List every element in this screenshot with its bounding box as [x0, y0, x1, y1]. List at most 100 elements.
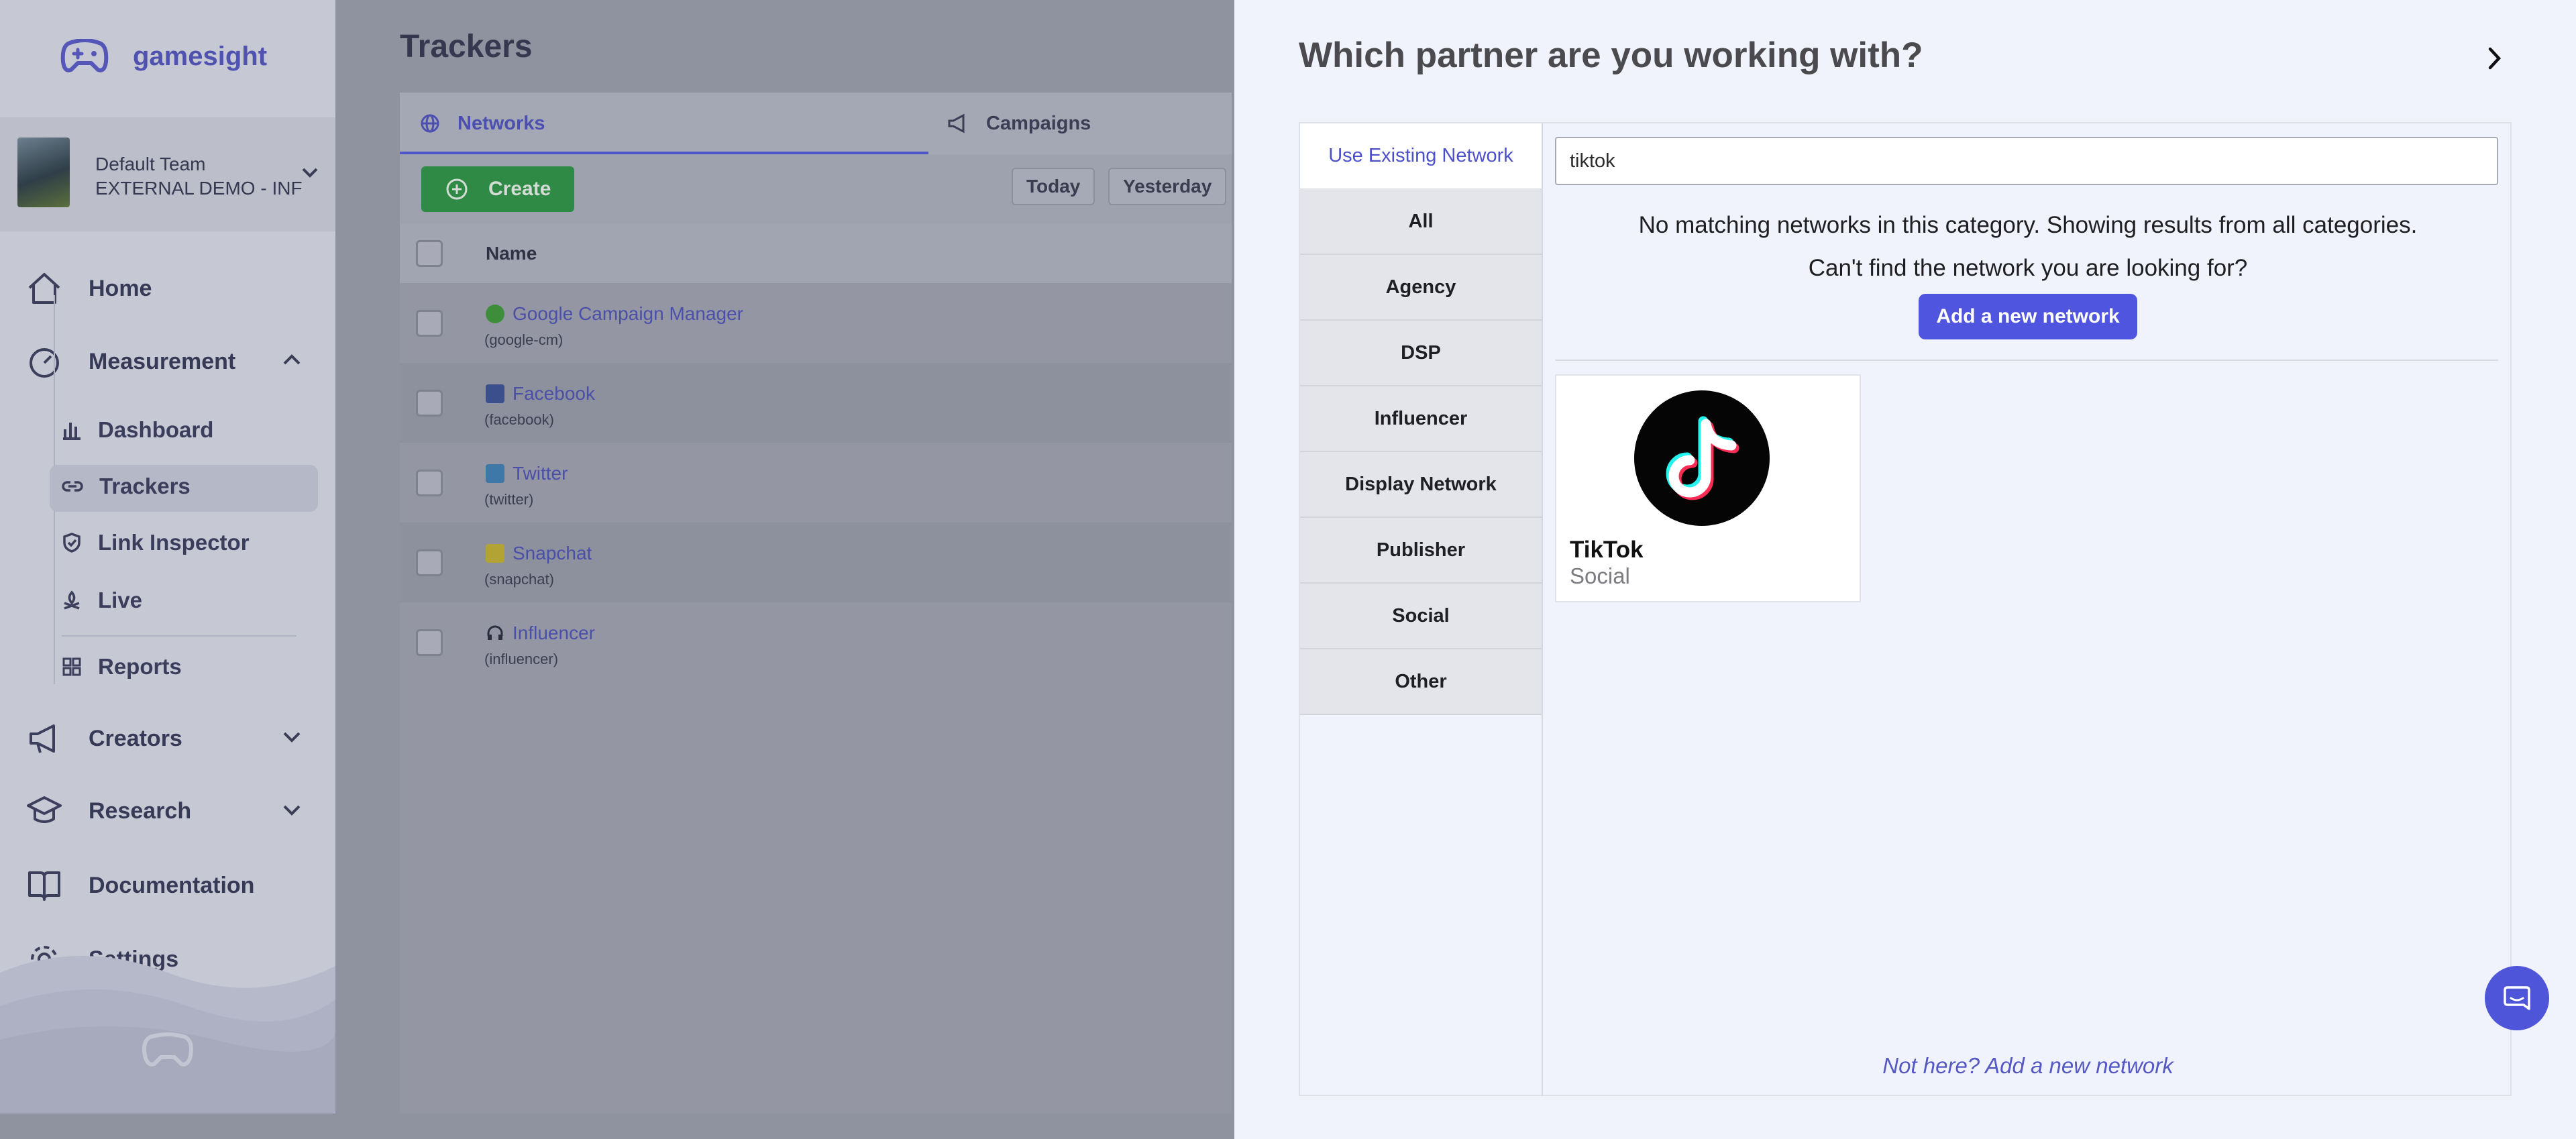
create-button[interactable]: Create: [421, 166, 574, 212]
sidebar-item-dashboard[interactable]: Dashboard: [62, 417, 213, 443]
sidebar-item-research[interactable]: Research: [27, 795, 191, 827]
globe-icon: [421, 114, 439, 133]
table-row[interactable]: Snapchat (snapchat): [400, 523, 1232, 602]
chevron-up-icon[interactable]: [282, 352, 302, 367]
category-all[interactable]: All: [1300, 189, 1542, 255]
sidebar-item-label: Creators: [89, 725, 182, 751]
network-id: (twitter): [484, 491, 534, 508]
tab-networks[interactable]: Networks: [420, 93, 545, 154]
sidebar-item-trackers[interactable]: Trackers: [62, 474, 191, 499]
team-avatar: [17, 138, 70, 207]
network-id: (google-cm): [484, 331, 564, 348]
sidebar-item-label: Research: [89, 798, 192, 824]
team-switcher[interactable]: Default Team EXTERNAL DEMO - INF: [0, 117, 335, 231]
chat-icon: [2504, 986, 2530, 1010]
sidebar-item-live[interactable]: Live: [62, 588, 142, 613]
sidebar-item-creators[interactable]: Creators: [27, 722, 182, 755]
row-checkbox[interactable]: [416, 390, 443, 417]
panel-title: Which partner are you working with?: [1299, 36, 1923, 75]
yesterday-button[interactable]: Yesterday: [1108, 168, 1227, 205]
network-picker: Use Existing Network All Agency DSP Infl…: [1299, 122, 2512, 1096]
team-org: EXTERNAL DEMO - INF: [95, 178, 303, 199]
category-dsp[interactable]: DSP: [1300, 321, 1542, 386]
app-logo[interactable]: gamesight: [60, 39, 267, 74]
graduation-cap-icon: [27, 796, 62, 823]
network-id: (influencer): [484, 651, 559, 667]
chevron-down-icon[interactable]: [282, 730, 302, 745]
today-button[interactable]: Today: [1012, 168, 1095, 205]
sidebar-item-reports[interactable]: Reports: [62, 654, 182, 680]
sidebar-item-documentation[interactable]: Documentation: [27, 869, 254, 902]
bar-chart-icon: [63, 423, 80, 440]
network-link[interactable]: Google Campaign Manager: [513, 303, 743, 325]
sidebar-item-label: Live: [98, 588, 143, 612]
link-icon: [62, 481, 83, 492]
sidebar-item-label: Home: [89, 275, 152, 301]
row-checkbox[interactable]: [416, 549, 443, 576]
chevron-right-icon: [2488, 47, 2502, 70]
category-display-network[interactable]: Display Network: [1300, 452, 1542, 518]
google-cm-icon: [486, 305, 504, 323]
row-checkbox[interactable]: [416, 470, 443, 496]
campfire-icon: [64, 590, 80, 610]
add-new-network-button[interactable]: Add a new network: [1919, 294, 2137, 339]
divider: [1555, 360, 2498, 361]
tiktok-logo: [1634, 390, 1770, 526]
network-link[interactable]: Facebook: [513, 383, 595, 404]
network-id: (facebook): [484, 411, 554, 428]
sidebar-item-link-inspector[interactable]: Link Inspector: [62, 530, 250, 555]
category-influencer[interactable]: Influencer: [1300, 386, 1542, 452]
network-category: Social: [1570, 563, 1630, 588]
network-card-tiktok[interactable]: TikTok Social: [1555, 374, 1861, 602]
table-row[interactable]: Twitter (twitter): [400, 443, 1232, 523]
trackers-table: Name Google Campaign Manager (google-cm)…: [400, 224, 1232, 1114]
book-icon: [28, 871, 60, 901]
chevron-down-icon[interactable]: [282, 803, 302, 818]
column-name-header[interactable]: Name: [486, 243, 537, 264]
table-row[interactable]: Google Campaign Manager (google-cm): [400, 283, 1232, 363]
twitter-icon: [486, 464, 504, 483]
sidebar-item-label: Measurement: [89, 348, 236, 374]
network-name: TikTok: [1570, 537, 1644, 563]
table-row[interactable]: Influencer (influencer): [400, 602, 1232, 682]
sidebar-item-label: Dashboard: [98, 417, 214, 442]
partner-picker-panel: Which partner are you working with? Use …: [1234, 0, 2576, 1139]
home-icon: [28, 273, 60, 304]
sidebar-item-measurement[interactable]: Measurement: [27, 344, 235, 379]
table-header: Name: [400, 224, 1232, 283]
not-here-add-network-link[interactable]: Not here? Add a new network: [1543, 1053, 2513, 1079]
sidebar-item-label: Trackers: [99, 474, 191, 498]
app-name: gamesight: [133, 41, 268, 71]
team-name: Default Team: [95, 154, 206, 174]
category-publisher[interactable]: Publisher: [1300, 518, 1542, 584]
toolbar: Create Today Yesterday: [400, 154, 1232, 224]
chevron-down-icon: [302, 168, 318, 178]
sidebar-item-label: Link Inspector: [98, 530, 250, 555]
network-link[interactable]: Twitter: [513, 463, 568, 484]
gauge-icon: [30, 348, 59, 378]
category-agency[interactable]: Agency: [1300, 255, 1542, 321]
chat-launcher-button[interactable]: [2485, 966, 2549, 1030]
gamepad-logo-icon: [60, 39, 109, 72]
network-id: (snapchat): [484, 571, 554, 588]
grid-icon: [62, 657, 81, 676]
row-checkbox[interactable]: [416, 629, 443, 656]
category-social[interactable]: Social: [1300, 584, 1542, 649]
shield-check-icon: [63, 533, 80, 553]
tab-campaigns[interactable]: Campaigns: [947, 93, 1091, 154]
sidebar-item-home[interactable]: Home: [27, 272, 152, 305]
network-search-input[interactable]: [1555, 137, 2498, 185]
table-row[interactable]: Facebook (facebook): [400, 363, 1232, 443]
megaphone-icon: [948, 113, 965, 133]
category-list: Use Existing Network All Agency DSP Infl…: [1300, 123, 1542, 715]
sidebar-item-label: Documentation: [89, 872, 255, 898]
select-all-checkbox[interactable]: [416, 240, 443, 267]
network-link[interactable]: Influencer: [513, 622, 595, 644]
page-title: Trackers: [400, 29, 533, 64]
network-link[interactable]: Snapchat: [513, 543, 592, 564]
sidebar: gamesight Default Team EXTERNAL DEMO - I…: [0, 0, 335, 1114]
tab-use-existing-network[interactable]: Use Existing Network: [1300, 123, 1542, 189]
category-other[interactable]: Other: [1300, 649, 1542, 715]
close-panel-button[interactable]: [2478, 42, 2512, 75]
row-checkbox[interactable]: [416, 310, 443, 337]
